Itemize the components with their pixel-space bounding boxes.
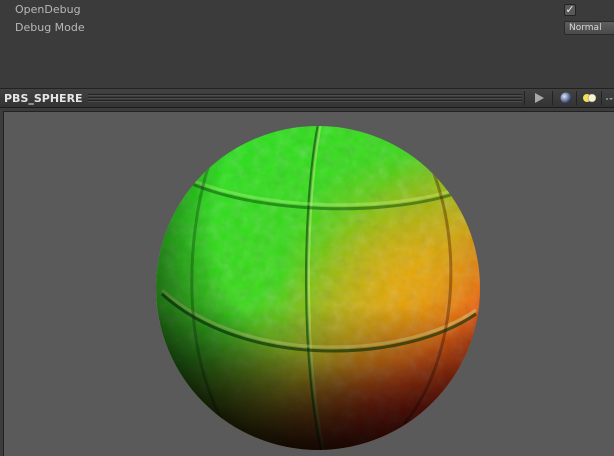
preview-title: PBS_SPHERE xyxy=(4,92,83,105)
dropdown-menu-icon xyxy=(606,98,613,100)
drag-grip[interactable] xyxy=(88,94,522,102)
play-icon xyxy=(535,93,544,103)
lights-icon xyxy=(583,93,597,103)
preview-viewport[interactable] xyxy=(3,111,614,456)
pbs-sphere-preview xyxy=(156,126,480,450)
sphere-icon xyxy=(560,92,572,104)
checkmark-icon: ✓ xyxy=(565,3,575,16)
play-button[interactable] xyxy=(529,90,551,106)
preview-menu-button[interactable] xyxy=(603,90,614,106)
preview-sphere-button[interactable] xyxy=(556,90,578,106)
open-debug-checkbox[interactable]: ✓ xyxy=(564,4,576,16)
preview-lights-button[interactable] xyxy=(579,90,601,106)
debug-mode-label: Debug Mode xyxy=(15,21,85,34)
open-debug-label: OpenDebug xyxy=(15,3,81,16)
inspector-panel: OpenDebug ✓ Debug Mode Normal xyxy=(0,0,614,88)
debug-mode-dropdown[interactable]: Normal xyxy=(564,21,614,35)
preview-header: PBS_SPHERE xyxy=(0,88,614,108)
